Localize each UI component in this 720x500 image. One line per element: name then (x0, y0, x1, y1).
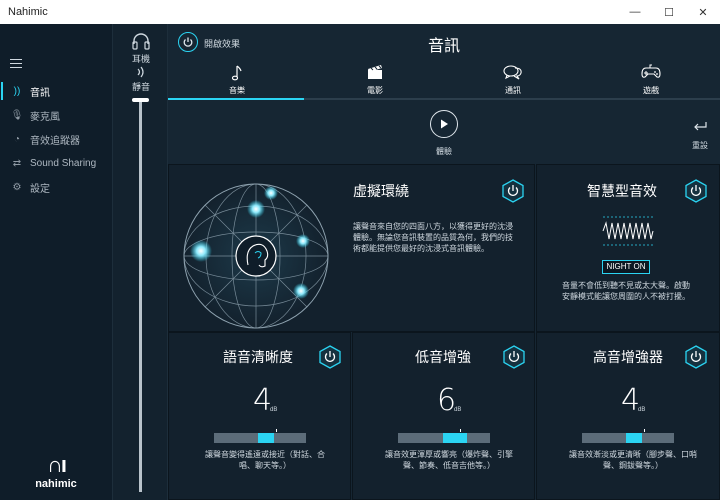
app-title: Nahimic (8, 6, 48, 18)
tab-label: 音樂 (229, 86, 245, 95)
nahimic-logo: ∩ı nahimic (28, 452, 84, 490)
logo-text: nahimic (35, 478, 77, 490)
bass-boost-slider[interactable] (398, 429, 490, 443)
voice-clarity-description: 讓聲音變得遙遠或接近（對話、合 唱、聊天等。） (205, 450, 325, 470)
reset-arrow-icon (694, 122, 707, 131)
night-mode-button[interactable]: NIGHT ON (602, 260, 650, 274)
tab-movie[interactable]: 電影 (306, 60, 444, 102)
effect-power-toggle[interactable] (178, 32, 198, 52)
sidebar-item-label: 音訊 (30, 87, 50, 99)
treble-boost-title: 高音增強器 (593, 349, 663, 365)
page-title: 音訊 (427, 38, 460, 55)
sidebar-item-settings[interactable]: ⚙ 設定 (0, 176, 112, 198)
microphone-icon: 🎙 (10, 109, 24, 121)
reset-button[interactable]: 重設 (686, 120, 714, 151)
voice-clarity-panel: 語音清晰度 4 dB 讓聲音變得遙遠或接近（對話、合 唱、聊天等。） (168, 332, 351, 500)
effect-toggle-label: 開啟效果 (204, 39, 241, 49)
voice-clarity-power-button[interactable] (319, 345, 341, 369)
close-button[interactable]: ✕ (686, 0, 720, 24)
slider-thumb[interactable] (626, 433, 642, 443)
surround-sphere-graphic (183, 183, 329, 329)
bass-boost-panel: 低音增強 6 dB 讓音效更渾厚或響亮（爆炸聲、引擎 聲、節奏、低音吉他等。） (352, 332, 535, 500)
menu-icon[interactable] (10, 59, 22, 69)
voice-clarity-unit: dB (270, 407, 278, 413)
output-device-label: 耳機 (131, 54, 150, 64)
tab-music[interactable]: 音樂 (168, 60, 306, 102)
sidebar-item-label: 設定 (30, 183, 50, 195)
smart-volume-power-button[interactable] (685, 179, 707, 203)
gamepad-icon (641, 64, 661, 78)
treble-boost-unit: dB (638, 407, 646, 413)
tab-label: 電影 (367, 86, 383, 95)
mute-label: 靜音 (131, 82, 150, 92)
tab-underline (168, 98, 720, 100)
treble-boost-description: 讓音效漸淡或更清晰（腳步聲、口哨 聲、鋼鈸聲等。） (569, 450, 697, 470)
voice-clarity-slider[interactable] (214, 429, 306, 443)
volume-slider-handle[interactable] (132, 98, 149, 102)
gear-icon: ⚙ (12, 181, 22, 193)
bass-boost-description: 讓音效更渾厚或響亮（爆炸聲、引擎 聲、節奏、低音吉他等。） (385, 450, 513, 470)
power-icon (183, 37, 193, 47)
surround-panel: 虛擬環繞 讓聲音來自您的四面八方，以獲得更好的沈浸 體驗。無論您音訊裝置的品質為… (168, 164, 535, 332)
clapperboard-icon (368, 65, 382, 79)
smart-volume-description: 音量不會低到聽不見或太大聲。啟動 安靜模式能讓您周圍的人不被打擾。 (562, 281, 690, 301)
play-icon (441, 119, 448, 129)
profile-tabs: 音樂 電影 通訊 遊戲 (168, 60, 720, 102)
slider-thumb[interactable] (258, 433, 274, 443)
sidebar-item-microphone[interactable]: 🎙 麥克風 (0, 104, 112, 126)
tab-label: 通訊 (505, 86, 521, 95)
bass-boost-unit: dB (454, 407, 462, 413)
bass-boost-title: 低音增強 (415, 349, 471, 365)
tab-communication[interactable]: 通訊 (444, 60, 582, 102)
speaker-volume-icon[interactable] (134, 66, 148, 78)
chat-bubbles-icon (503, 65, 522, 80)
window-controls: — ☐ ✕ (618, 0, 720, 24)
main-panel: 開啟效果 音訊 音樂 電影 通訊 遊戲 體驗 重設 虛擬環繞 讓聲音來自您的四面… (168, 24, 720, 500)
headphones-icon[interactable] (131, 32, 151, 50)
sidebar-item-audio[interactable]: )) 音訊 (0, 80, 112, 102)
audio-wave-icon: )) (13, 85, 21, 97)
surround-description: 讓聲音來自您的四面八方，以獲得更好的沈浸 體驗。無論您音訊裝置的品質為何，我們的… (353, 222, 513, 253)
smart-volume-title: 智慧型音效 (587, 183, 657, 199)
surround-power-button[interactable] (502, 179, 524, 203)
sidebar-item-sound-sharing[interactable]: ⇄ Sound Sharing (0, 152, 112, 174)
music-note-icon (231, 65, 242, 81)
device-column: 耳機 靜音 (112, 24, 168, 500)
slider-thumb[interactable] (443, 433, 467, 443)
treble-boost-panel: 高音增強器 4 dB 讓音效漸淡或更清晰（腳步聲、口哨 聲、鋼鈸聲等。） (536, 332, 720, 500)
nahimic-logo-mark-icon: ∩ı (47, 452, 67, 477)
volume-slider-track[interactable] (139, 102, 142, 492)
active-tab-indicator (168, 98, 304, 100)
treble-boost-slider[interactable] (582, 429, 674, 443)
minimize-button[interactable]: — (618, 0, 652, 24)
sound-tracker-icon: ◔ (13, 133, 21, 145)
sound-sharing-icon: ⇄ (12, 157, 22, 169)
bass-boost-power-button[interactable] (503, 345, 525, 369)
reset-label: 重設 (692, 141, 708, 150)
voice-clarity-title: 語音清晰度 (223, 349, 293, 365)
waveform-icon (602, 216, 654, 246)
play-demo-button[interactable] (430, 110, 458, 138)
surround-title: 虛擬環繞 (353, 183, 409, 199)
tab-gaming[interactable]: 遊戲 (582, 60, 720, 102)
sidebar-item-label: 麥克風 (30, 111, 60, 123)
tab-label: 遊戲 (643, 86, 659, 95)
treble-boost-power-button[interactable] (685, 345, 707, 369)
maximize-button[interactable]: ☐ (652, 0, 686, 24)
sidebar: )) 音訊 🎙 麥克風 ◔ 音效追蹤器 ⇄ Sound Sharing ⚙ 設定… (0, 24, 112, 500)
sidebar-item-label: 音效追蹤器 (30, 135, 80, 147)
title-bar: Nahimic — ☐ ✕ (0, 0, 720, 24)
sidebar-item-label: Sound Sharing (30, 157, 97, 169)
play-demo-label: 體驗 (436, 147, 452, 156)
app-window: Nahimic — ☐ ✕ )) 音訊 🎙 麥克風 ◔ 音效追蹤器 ⇄ Soun… (0, 0, 720, 500)
sidebar-item-sound-tracker[interactable]: ◔ 音效追蹤器 (0, 128, 112, 150)
smart-volume-panel: 智慧型音效 (536, 164, 720, 332)
